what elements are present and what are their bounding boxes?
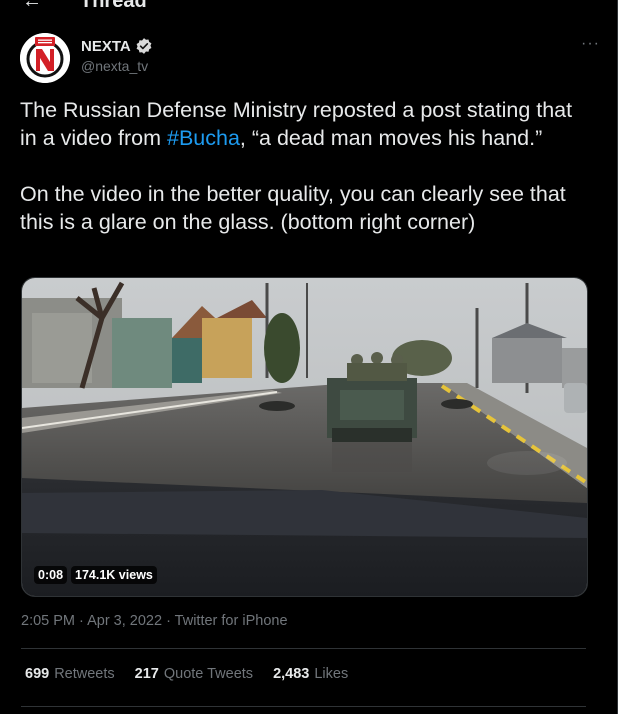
verified-badge-icon (136, 38, 152, 54)
tweet-text-part-2: , “a dead man moves his hand.” (239, 126, 543, 150)
divider (21, 706, 586, 707)
quote-tweets-count: 217 (134, 666, 159, 682)
nexta-logo-icon (20, 33, 70, 83)
retweets-stat[interactable]: 699 Retweets (25, 666, 115, 682)
retweets-count: 699 (25, 666, 50, 682)
author-name[interactable]: NEXTA (81, 38, 131, 55)
hashtag-link[interactable]: #Bucha (167, 126, 240, 150)
tweet-stats: 699 Retweets 217 Quote Tweets 2,483 Like… (25, 666, 348, 682)
page-title: Thread (80, 0, 147, 12)
video-player[interactable]: 0:08 174.1K views (21, 277, 588, 597)
retweets-label: Retweets (54, 666, 115, 682)
quote-tweets-label: Quote Tweets (163, 666, 254, 682)
video-views-badge: 174.1K views (71, 566, 157, 584)
video-frame-image (22, 278, 587, 596)
likes-stat[interactable]: 2,483 Likes (273, 666, 348, 682)
more-options-icon[interactable]: ··· (581, 35, 600, 53)
likes-count: 2,483 (273, 666, 310, 682)
quote-tweets-stat[interactable]: 217 Quote Tweets (135, 666, 253, 682)
divider (21, 648, 586, 649)
tweet-body: The Russian Defense Ministry reposted a … (20, 96, 590, 236)
video-badges: 0:08 174.1K views (34, 566, 157, 584)
avatar[interactable] (20, 33, 70, 83)
tweet-header: NEXTA @nexta_tv ··· (20, 33, 600, 85)
tweet-thread-view: ← Thread NEXTA @nexta_tv ··· The Russian… (0, 0, 618, 714)
author-handle[interactable]: @nexta_tv (81, 58, 148, 74)
tweet-paragraph-2: On the video in the better quality, you … (20, 182, 566, 234)
likes-label: Likes (314, 666, 349, 682)
video-duration-badge: 0:08 (34, 566, 68, 584)
author-name-line: NEXTA (81, 37, 153, 55)
tweet-timestamp[interactable]: 2:05 PM · Apr 3, 2022 · Twitter for iPho… (21, 613, 288, 629)
back-arrow-icon[interactable]: ← (22, 0, 42, 13)
tweet-paragraph-1: The Russian Defense Ministry reposted a … (20, 96, 590, 152)
